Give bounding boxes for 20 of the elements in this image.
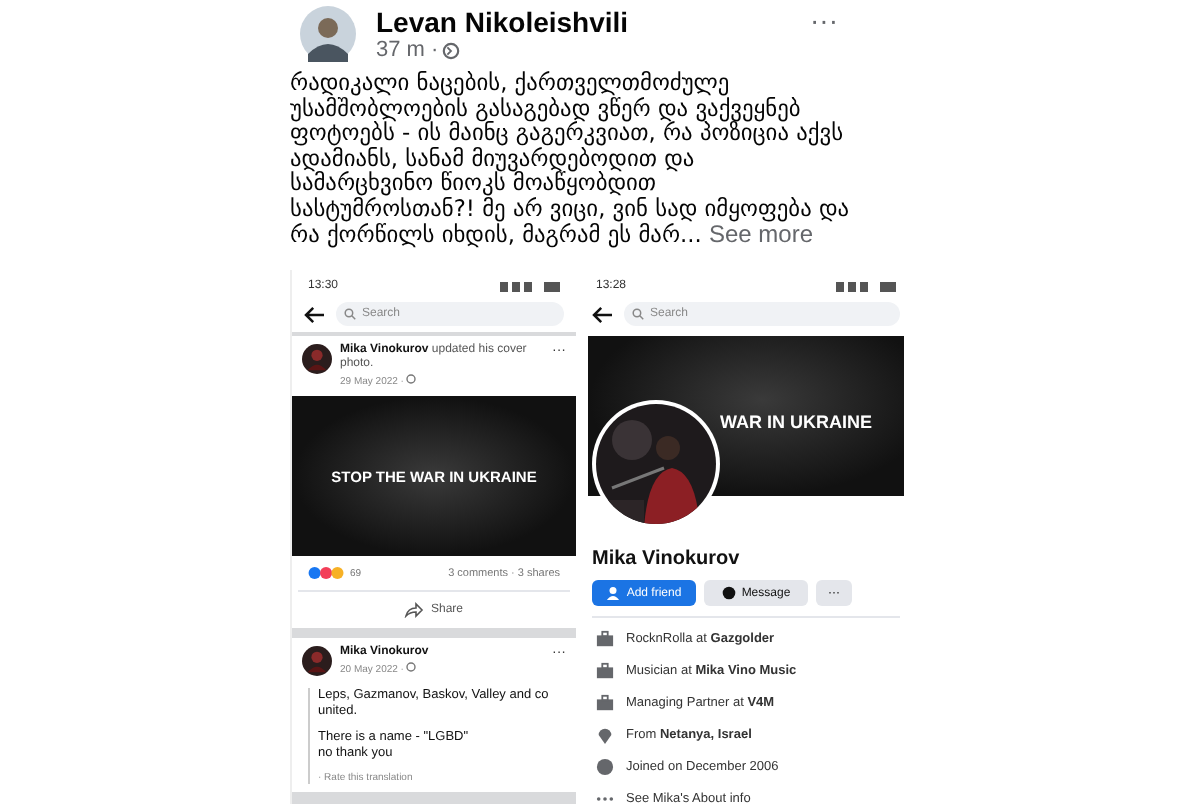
back-arrow-icon[interactable] bbox=[592, 305, 614, 324]
status-icons-drawing bbox=[500, 281, 560, 292]
back-arrow-icon[interactable] bbox=[304, 305, 326, 324]
post-text: რადიკალი ნაცების, ქართველთმოძულე უსამშობლოების გასაგებად ვწერ და ვაქვეყნებ ფოტოებს - ის მაინც გაგერკვიათ, რა პოზიცია აქვს ადამიანს, სანამ მიუვარდებოდით და სამარცხვინო წიოკს მოაწყობდით სასტუმროსთან?! მე არ ვიცი, ვინ სად იმყოფება და რა ქორწილს იხდის, მაგრამ ეს მარ... See more bbox=[290, 70, 852, 247]
more-options-button[interactable]: ··· bbox=[810, 4, 838, 36]
status-icons-drawing bbox=[836, 281, 896, 292]
briefcase-icon bbox=[596, 694, 614, 713]
author-name[interactable]: Levan Nikoleishvili bbox=[376, 6, 810, 38]
banner-text: WAR IN UKRAINE bbox=[720, 412, 872, 433]
person-add-icon bbox=[606, 586, 621, 601]
location-pin-icon bbox=[596, 726, 614, 745]
see-more-link[interactable]: See more bbox=[709, 219, 814, 248]
profile-name: Mika Vinokurov bbox=[592, 548, 742, 571]
share-icon bbox=[404, 602, 425, 619]
briefcase-icon bbox=[596, 630, 614, 649]
search-icon bbox=[344, 308, 356, 321]
search-icon bbox=[632, 308, 644, 321]
post-time[interactable]: 37 m · bbox=[376, 38, 439, 62]
reactions-icon bbox=[308, 566, 346, 581]
briefcase-icon bbox=[596, 662, 614, 681]
